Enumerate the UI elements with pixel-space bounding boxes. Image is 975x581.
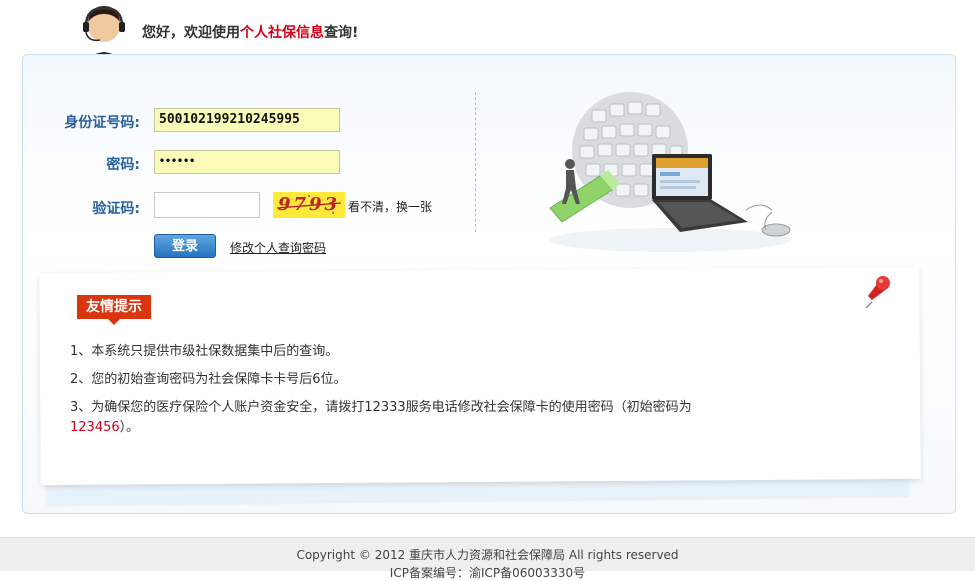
password-input[interactable]: •••••• bbox=[154, 150, 340, 174]
notice-line-2: 2、您的初始查询密码为社会保障卡卡号后6位。 bbox=[70, 372, 347, 387]
id-number-input[interactable]: 500102199210245995 bbox=[154, 108, 340, 132]
notice-line-1: 1、本系统只提供市级社保数据集中后的查询。 bbox=[70, 344, 339, 359]
push-pin-icon bbox=[865, 276, 890, 308]
login-button[interactable]: 登录 bbox=[154, 234, 216, 258]
id-number-label: 身份证号码: bbox=[64, 115, 140, 131]
initial-password-value: 123456 bbox=[70, 420, 120, 435]
notice-line-4: 123456）。 bbox=[70, 416, 139, 435]
captcha-input[interactable] bbox=[154, 192, 260, 218]
captcha-label: 验证码: bbox=[92, 201, 140, 217]
greeting-suffix: 查询! bbox=[324, 25, 359, 41]
footer: Copyright © 2012 重庆市人力资源和社会保障局 All right… bbox=[0, 537, 975, 580]
icp-record-text: ICP备案编号：渝ICP备06003330号 bbox=[389, 566, 586, 580]
refresh-captcha-link[interactable]: 看不清，换一张 bbox=[348, 198, 432, 215]
welcome-message: 您好，欢迎使用个人社保信息查询! bbox=[142, 22, 358, 42]
greeting-prefix: 您好，欢迎使用 bbox=[142, 25, 240, 41]
notice-tag-pointer bbox=[108, 319, 120, 325]
password-label: 密码: bbox=[106, 157, 140, 173]
captcha-text: 9793 bbox=[277, 194, 341, 215]
notice-line-3: 3、为确保您的医疗保险个人账户资金安全，请拨打12333服务电话修改社会保障卡的… bbox=[70, 400, 692, 415]
notice-title-tag: 友情提示 bbox=[77, 295, 151, 319]
greeting-highlight: 个人社保信息 bbox=[240, 25, 324, 41]
captcha-image[interactable]: 9793 bbox=[273, 192, 345, 218]
panel-divider bbox=[475, 92, 476, 232]
copyright-text: Copyright © 2012 重庆市人力资源和社会保障局 All right… bbox=[296, 548, 679, 562]
globe-laptop-illustration bbox=[549, 92, 791, 252]
change-password-link[interactable]: 修改个人查询密码 bbox=[230, 239, 326, 256]
notice-line-4-suffix: ）。 bbox=[119, 420, 140, 435]
